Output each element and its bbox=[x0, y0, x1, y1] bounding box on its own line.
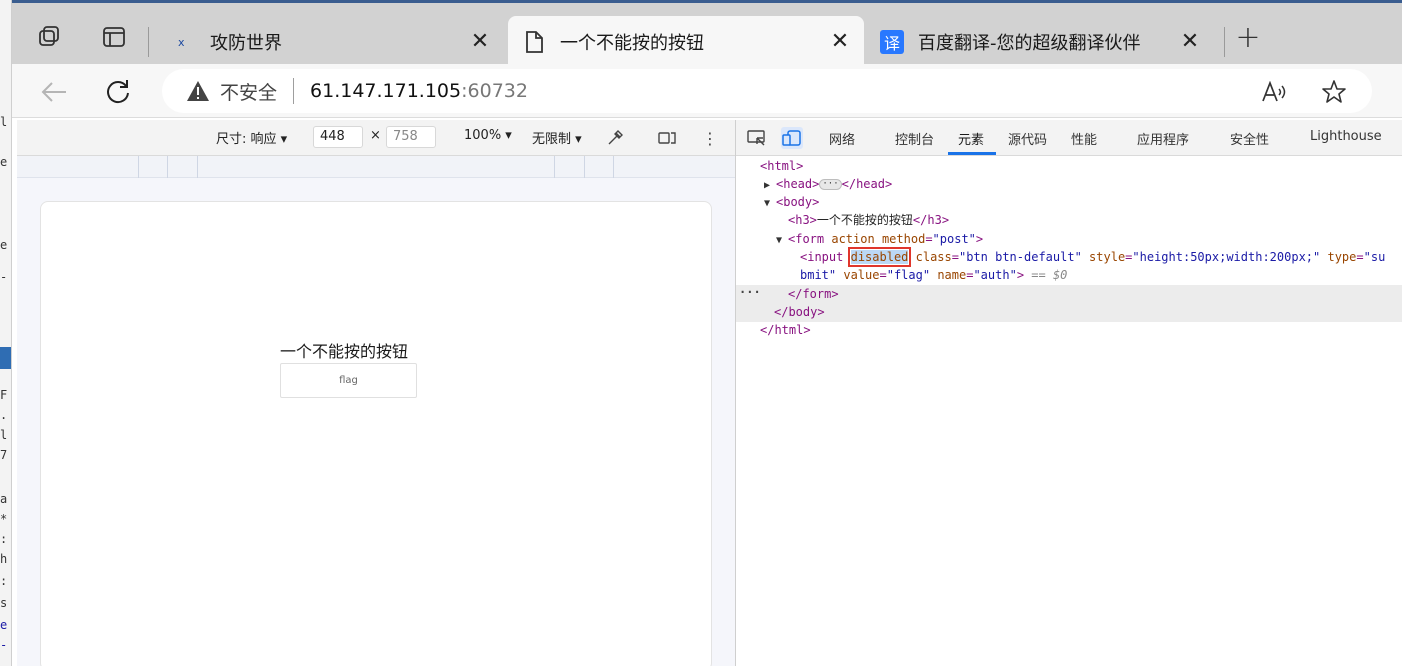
dom-line-body[interactable]: ▼ <body> bbox=[764, 193, 819, 211]
xctf-favicon-icon: x bbox=[172, 30, 196, 54]
tab-lighthouse[interactable]: Lighthouse bbox=[1310, 129, 1382, 144]
dom-line-head[interactable]: ▶ <head> ··· </head> bbox=[764, 175, 892, 193]
tab-sources[interactable]: 源代码 bbox=[1008, 129, 1047, 148]
width-input[interactable]: 448 bbox=[313, 126, 363, 148]
dom-line-html[interactable]: <html> bbox=[760, 157, 803, 175]
more-options-icon[interactable]: ⋮ bbox=[700, 128, 720, 148]
translate-favicon-icon: 译 bbox=[880, 29, 904, 54]
tab-console[interactable]: 控制台 bbox=[895, 129, 934, 148]
media-query-ruler bbox=[17, 156, 735, 178]
device-toolbar: 尺寸: 响应 ▾ 448 × 758 100% ▾ 无限制 ▾ ⋮ bbox=[17, 120, 735, 156]
devtools-tab-bar: 网络 控制台 元素 源代码 性能 应用程序 安全性 Lighthouse bbox=[736, 120, 1402, 156]
collapsed-ellipsis-icon[interactable]: ··· bbox=[819, 179, 842, 190]
tab-title: 攻防世界 bbox=[210, 32, 282, 54]
tab-network[interactable]: 网络 bbox=[829, 129, 855, 148]
close-tab-icon[interactable]: ✕ bbox=[1178, 29, 1202, 54]
times-sign: × bbox=[370, 128, 381, 143]
back-arrow-icon[interactable] bbox=[36, 74, 72, 110]
address-bar[interactable]: 不安全 61.147.171.105:60732 bbox=[162, 69, 1372, 113]
flag-button-disabled[interactable]: flag bbox=[280, 363, 417, 398]
dom-line-html-close[interactable]: </html> bbox=[760, 321, 811, 339]
warning-icon[interactable] bbox=[186, 79, 210, 103]
tab-performance[interactable]: 性能 bbox=[1071, 129, 1097, 148]
page-icon bbox=[522, 30, 546, 54]
tab-title: 百度翻译-您的超级翻译伙伴 bbox=[918, 32, 1141, 54]
devtools-panel: 网络 控制台 元素 源代码 性能 应用程序 安全性 Lighthouse ···… bbox=[735, 120, 1402, 666]
refresh-icon[interactable] bbox=[100, 74, 136, 110]
workspaces-icon[interactable] bbox=[36, 23, 64, 51]
tab-baidu-translate[interactable]: 译 百度翻译-您的超级翻译伙伴 ✕ bbox=[866, 16, 1214, 67]
favorite-star-icon[interactable] bbox=[1320, 78, 1348, 106]
collapse-triangle-icon[interactable]: ▼ bbox=[776, 232, 788, 250]
tab-application[interactable]: 应用程序 bbox=[1137, 129, 1189, 148]
close-tab-icon[interactable]: ✕ bbox=[828, 29, 852, 54]
dom-line-form[interactable]: ▼ <form action method="post"> bbox=[776, 230, 983, 248]
security-label[interactable]: 不安全 bbox=[220, 78, 277, 105]
dom-line-h3[interactable]: <h3>一个不能按的按钮</h3> bbox=[788, 211, 949, 229]
inspect-element-icon[interactable] bbox=[746, 127, 768, 149]
height-input[interactable]: 758 bbox=[386, 126, 436, 148]
eyedropper-icon[interactable] bbox=[605, 128, 625, 148]
disabled-attribute[interactable]: disabled bbox=[847, 247, 912, 267]
new-tab-icon[interactable]: + bbox=[1234, 20, 1262, 55]
svg-text:x: x bbox=[178, 36, 185, 49]
vertical-tabs-icon[interactable] bbox=[100, 23, 128, 51]
emulated-device-frame bbox=[40, 201, 712, 666]
read-aloud-icon[interactable] bbox=[1260, 78, 1288, 106]
close-tab-icon[interactable]: ✕ bbox=[468, 29, 492, 54]
tab-elements[interactable]: 元素 bbox=[958, 129, 984, 148]
throttle-dropdown[interactable]: 无限制 ▾ bbox=[532, 128, 582, 147]
tab-security[interactable]: 安全性 bbox=[1230, 129, 1269, 148]
zoom-dropdown[interactable]: 100% ▾ bbox=[464, 128, 512, 143]
rotate-device-icon[interactable] bbox=[657, 128, 677, 148]
page-heading: 一个不能按的按钮 bbox=[280, 342, 409, 361]
node-actions-icon[interactable]: ··· bbox=[739, 285, 761, 299]
dom-line-form-close[interactable]: </form> bbox=[788, 285, 839, 303]
url-host: 61.147.171.105 bbox=[310, 80, 462, 102]
dom-line-input[interactable]: <input disabled class="btn btn-default" … bbox=[800, 247, 1385, 267]
dom-line-input-wrap[interactable]: bmit" value="flag" name="auth"> == $0 bbox=[800, 266, 1067, 284]
url-port: :60732 bbox=[461, 80, 528, 102]
background-window-edge: l e e - F . l 7 a * : h : s e - bbox=[0, 0, 12, 666]
navigation-bar: 不安全 61.147.171.105:60732 bbox=[12, 64, 1402, 118]
dimensions-dropdown[interactable]: 尺寸: 响应 ▾ bbox=[216, 128, 287, 147]
tab-title: 一个不能按的按钮 bbox=[560, 32, 704, 54]
collapse-triangle-icon[interactable]: ▼ bbox=[764, 195, 776, 213]
tab-active-page[interactable]: 一个不能按的按钮 ✕ bbox=[508, 16, 864, 67]
dom-line-body-close[interactable]: </body> bbox=[774, 303, 825, 321]
tab-strip: x 攻防世界 ✕ 一个不能按的按钮 ✕ 译 百度翻译-您的超级翻译伙伴 ✕ + bbox=[12, 0, 1402, 67]
device-emulation-icon[interactable] bbox=[781, 127, 803, 149]
tab-xctf[interactable]: x 攻防世界 ✕ bbox=[158, 16, 504, 67]
